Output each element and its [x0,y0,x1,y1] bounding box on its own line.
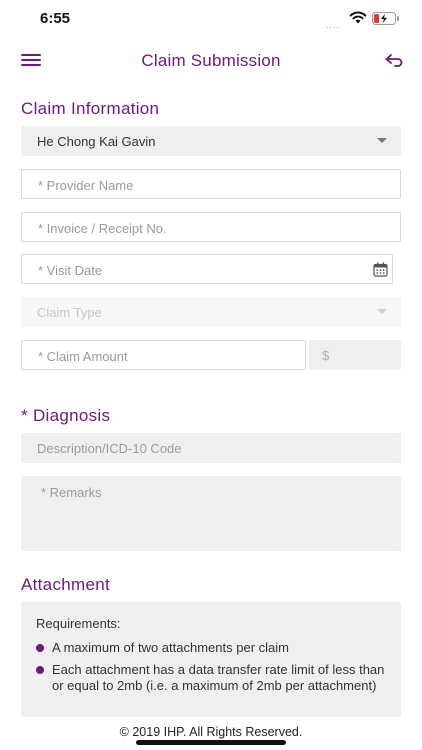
currency-field: $ [309,340,401,370]
bullet-icon [36,665,44,674]
chevron-down-icon [377,138,387,143]
status-bar: 6:55 .... [0,0,422,40]
invoice-number-placeholder: * Invoice / Receipt No. [38,221,167,236]
claim-amount-input[interactable]: * Claim Amount [21,340,306,370]
remarks-textarea[interactable]: * Remarks [21,476,401,551]
cellular-signal-icon: .... [326,20,341,30]
battery-charging-icon [372,12,399,25]
claim-amount-placeholder: * Claim Amount [38,349,128,364]
invoice-number-input[interactable]: * Invoice / Receipt No. [21,212,401,242]
provider-name-placeholder: * Provider Name [38,178,134,193]
bullet-icon [36,644,44,652]
diagnosis-code-placeholder: Description/ICD-10 Code [37,441,182,456]
requirements-heading: Requirements: [36,616,121,631]
list-item: Each attachment has a data transfer rate… [36,662,391,695]
claim-information-heading: Claim Information [21,99,160,118]
back-arrow-icon[interactable] [384,52,404,68]
provider-name-input[interactable]: * Provider Name [21,169,401,199]
attachment-requirements: Requirements: A maximum of two attachmen… [21,602,401,717]
diagnosis-heading: * Diagnosis [21,406,111,425]
claim-type-placeholder: Claim Type [37,305,102,320]
nav-bar: Claim Submission [0,44,422,78]
requirement-text: A maximum of two attachments per claim [52,640,289,655]
remarks-placeholder: * Remarks [41,485,102,500]
requirements-list: A maximum of two attachments per claim E… [36,640,391,700]
status-time: 6:55 [40,10,71,27]
chevron-down-icon [377,309,387,314]
currency-symbol: $ [322,348,330,363]
home-indicator[interactable] [136,740,286,745]
battery-level [374,14,379,23]
wifi-icon [349,11,367,24]
requirement-text: Each attachment has a data transfer rate… [52,661,385,694]
calendar-icon[interactable] [373,262,388,277]
member-select[interactable]: He Chong Kai Gavin [21,126,401,156]
visit-date-placeholder: * Visit Date [38,263,103,278]
page-title: Claim Submission [141,51,281,70]
attachment-heading: Attachment [21,575,110,594]
claim-type-select[interactable]: Claim Type [21,297,401,327]
copyright-footer: © 2019 IHP. All Rights Reserved. [119,725,303,739]
member-selected-value: He Chong Kai Gavin [37,134,156,149]
list-item: A maximum of two attachments per claim [36,640,391,657]
visit-date-input[interactable]: * Visit Date [21,254,393,284]
diagnosis-code-input[interactable]: Description/ICD-10 Code [21,433,401,463]
